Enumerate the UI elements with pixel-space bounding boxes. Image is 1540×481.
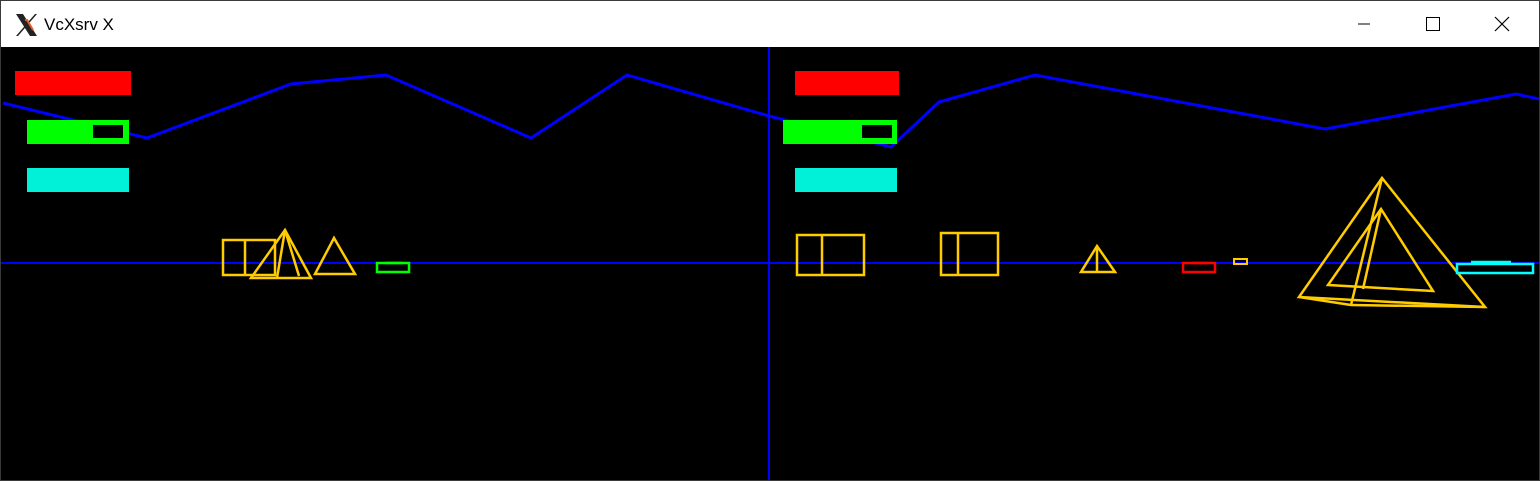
hud-bar-cyan-right bbox=[795, 168, 897, 192]
close-icon bbox=[1494, 16, 1510, 32]
app-window: VcXsrv X bbox=[0, 0, 1540, 481]
game-canvas[interactable] bbox=[1, 47, 1539, 480]
cube-left bbox=[221, 238, 277, 277]
pyramid-right-large bbox=[1296, 175, 1488, 309]
pyramid-left-1 bbox=[248, 227, 314, 280]
saucer-right bbox=[1233, 258, 1248, 265]
tank-green-left bbox=[375, 261, 411, 274]
tank-red-right bbox=[1181, 261, 1217, 274]
hud-bar-red-left bbox=[15, 71, 131, 95]
hud-bar-green-slot-left bbox=[93, 125, 123, 138]
pyramid-left-2 bbox=[312, 235, 358, 276]
window-title: VcXsrv X bbox=[44, 15, 114, 34]
game-viewport[interactable] bbox=[1, 47, 1539, 480]
maximize-button[interactable] bbox=[1410, 1, 1456, 47]
cube-right-1 bbox=[795, 233, 866, 277]
minimize-icon bbox=[1358, 23, 1370, 25]
pyramid-right-small bbox=[1078, 243, 1118, 274]
tank-cyan-right bbox=[1455, 260, 1535, 275]
title-bar[interactable]: VcXsrv X bbox=[1, 1, 1539, 47]
close-button[interactable] bbox=[1479, 1, 1525, 47]
hud-bar-green-slot-right bbox=[862, 125, 892, 138]
x-logo-icon bbox=[13, 12, 39, 38]
hud-bar-cyan-left bbox=[27, 168, 129, 192]
hud-bar-red-right bbox=[795, 71, 899, 95]
cube-right-2 bbox=[939, 231, 1000, 277]
maximize-icon bbox=[1426, 17, 1440, 31]
minimize-button[interactable] bbox=[1341, 1, 1387, 47]
